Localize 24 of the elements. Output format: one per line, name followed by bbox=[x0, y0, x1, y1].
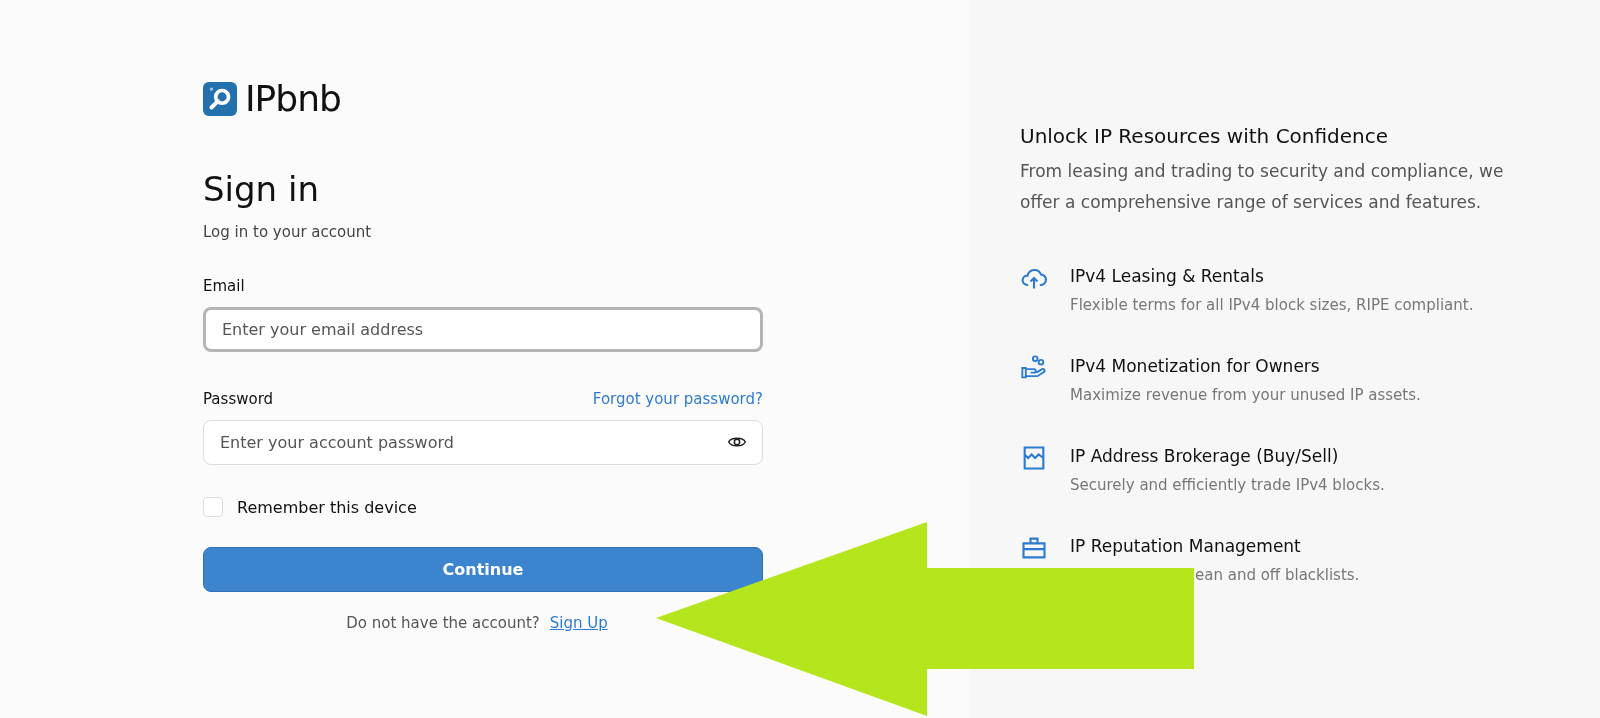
feature-title: IP Reputation Management bbox=[1070, 536, 1302, 556]
subtitle: Log in to your account bbox=[203, 223, 372, 241]
panel-intro: From leasing and trading to security and compliance, we offer a comprehensive range of services and features. bbox=[1020, 160, 1505, 214]
sign-up-link[interactable]: Sign Up bbox=[549, 614, 608, 632]
forgot-password-link[interactable]: Forgot your password? bbox=[592, 390, 763, 408]
feature-description: ean and off blacklists. bbox=[1194, 566, 1360, 584]
signup-prompt: Do not have the account? bbox=[346, 614, 540, 632]
panel-title: Unlock IP Resources with Confidence bbox=[1020, 124, 1390, 148]
continue-button[interactable]: Continue bbox=[203, 547, 763, 592]
email-field[interactable]: Enter your email address bbox=[203, 307, 763, 352]
remember-checkbox[interactable] bbox=[203, 497, 223, 517]
password-field[interactable]: Enter your account password bbox=[203, 420, 763, 465]
feature-description: Securely and efficiently trade IPv4 blocks. bbox=[1070, 476, 1385, 494]
brand-name: IPbnb bbox=[245, 78, 341, 119]
checkbox-label: Remember this device bbox=[237, 497, 417, 517]
feature-title: IPv4 Leasing & Rentals bbox=[1070, 266, 1265, 286]
logo-icon bbox=[203, 81, 237, 116]
field-label: Email bbox=[203, 277, 245, 295]
feature-description: Maximize revenue from your unused IP assets. bbox=[1070, 386, 1421, 404]
page-title: Sign in bbox=[203, 169, 319, 209]
feature-title: IP Address Brokerage (Buy/Sell) bbox=[1070, 446, 1340, 466]
field-label: Password bbox=[203, 390, 274, 408]
feature-title: IPv4 Monetization for Owners bbox=[1070, 356, 1321, 376]
feature-description: Flexible terms for all IPv4 block sizes, RIPE compliant. bbox=[1070, 296, 1474, 314]
